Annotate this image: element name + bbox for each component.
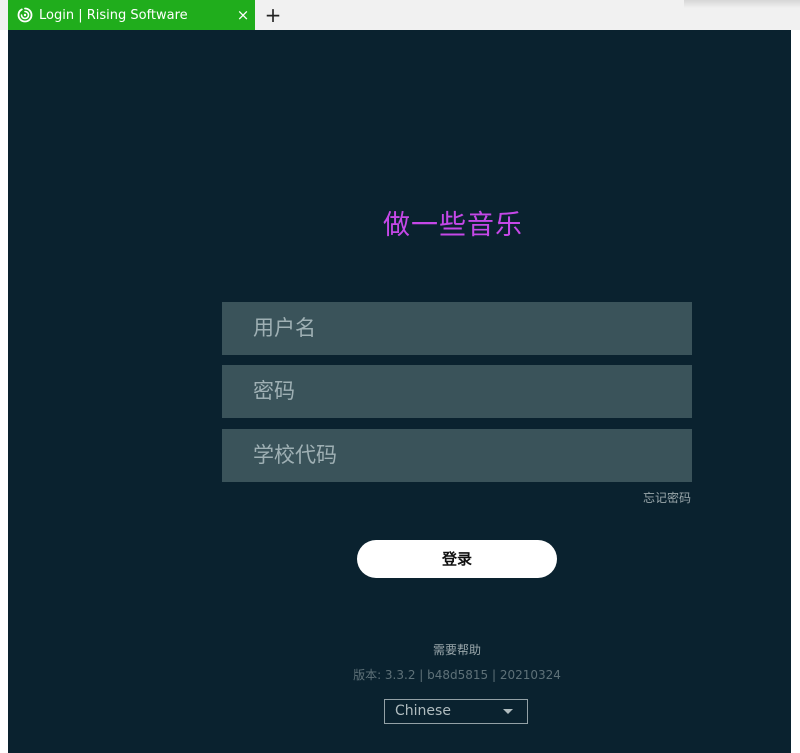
tab-close-icon[interactable]: × bbox=[236, 7, 250, 23]
tab-bar-edge bbox=[684, 0, 800, 8]
forgot-password-link[interactable]: 忘记密码 bbox=[643, 490, 691, 506]
login-page: 做一些音乐 用户名 密码 学校代码 忘记密码 登录 需要帮助 版本: 3.3.2… bbox=[8, 30, 791, 753]
active-tab[interactable]: Login | Rising Software × bbox=[8, 0, 255, 30]
browser-tab-bar: Login | Rising Software × + bbox=[0, 0, 800, 30]
password-input[interactable]: 密码 bbox=[222, 365, 692, 418]
help-link[interactable]: 需要帮助 bbox=[357, 642, 557, 658]
school-code-input[interactable]: 学校代码 bbox=[222, 429, 692, 482]
version-info: 版本: 3.3.2 | b48d5815 | 20210324 bbox=[353, 668, 561, 682]
tab-title: Login | Rising Software bbox=[39, 8, 188, 23]
username-input[interactable]: 用户名 bbox=[222, 302, 692, 355]
language-value: Chinese bbox=[395, 703, 451, 719]
login-button[interactable]: 登录 bbox=[357, 540, 557, 578]
window-margin bbox=[791, 30, 800, 753]
app-title: 做一些音乐 bbox=[383, 210, 523, 241]
chevron-down-icon bbox=[503, 709, 513, 714]
language-select[interactable]: Chinese bbox=[384, 699, 528, 724]
new-tab-icon[interactable]: + bbox=[263, 5, 283, 25]
app-logo-icon bbox=[17, 7, 33, 23]
